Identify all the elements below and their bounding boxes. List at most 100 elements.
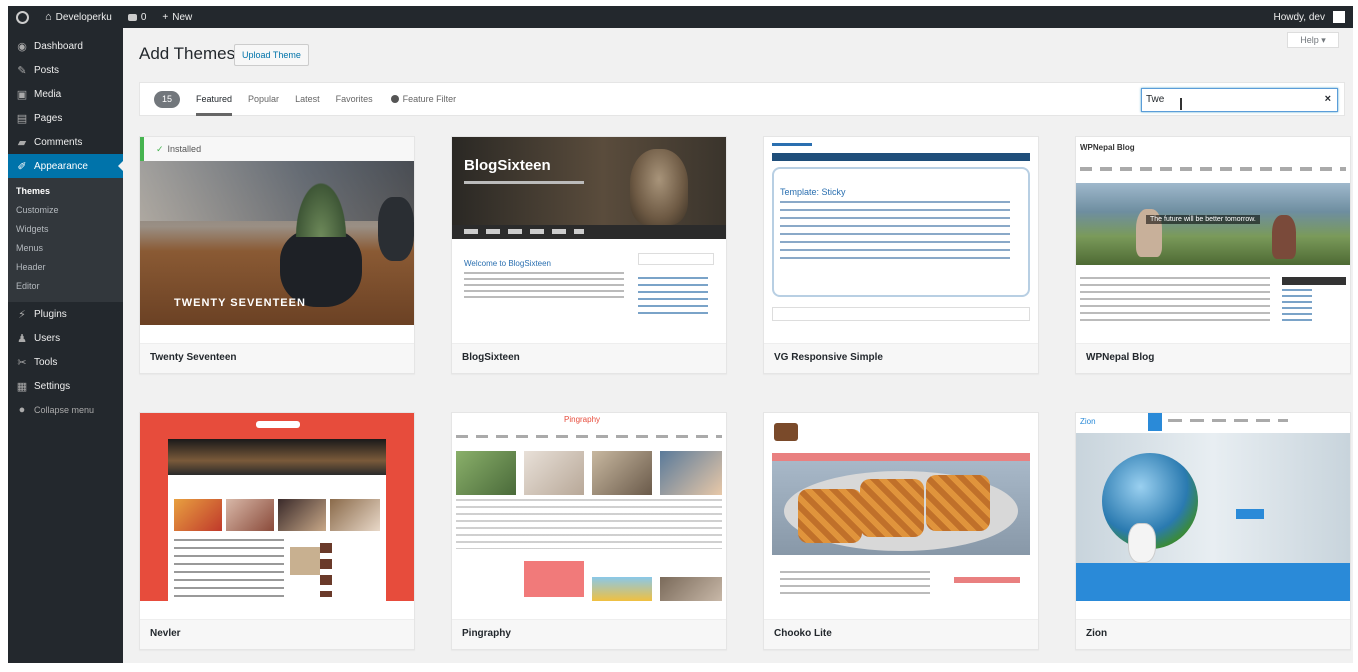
user-icon: ♟: [17, 332, 27, 345]
tab-featured[interactable]: Featured: [196, 82, 233, 116]
page-icon: ▤: [16, 112, 28, 125]
menu-label: Plugins: [34, 308, 67, 320]
theme-screenshot: [140, 413, 414, 601]
theme-screenshot: Template: Sticky: [764, 137, 1038, 325]
account-menu[interactable]: Howdy, dev: [1265, 6, 1353, 28]
comment-icon: ▰: [17, 136, 27, 149]
media-icon: ▣: [16, 88, 28, 101]
theme-card-blogsixteen[interactable]: BlogSixteen Welcome to BlogSixteen BlogS…: [451, 136, 727, 374]
submenu-header[interactable]: Header: [8, 258, 123, 277]
gear-icon: [390, 95, 399, 103]
menu-label: Settings: [34, 380, 71, 392]
theme-post-title: Welcome to BlogSixteen: [464, 259, 552, 268]
menu-label: Appearance: [34, 160, 88, 172]
submenu-editor[interactable]: Editor: [8, 277, 123, 296]
collapse-icon: ●: [18, 404, 26, 416]
theme-count-badge: 15: [154, 90, 180, 108]
theme-card-wpnepal-blog[interactable]: WPNepal Blog The future will be better t…: [1075, 136, 1351, 374]
theme-name: Zion: [1076, 619, 1350, 649]
tab-latest[interactable]: Latest: [295, 82, 320, 116]
new-label: New: [172, 11, 193, 23]
theme-card-pingraphy[interactable]: Pingraphy Pingraphy: [451, 412, 727, 650]
theme-banner-text: TWENTY SEVENTEEN: [174, 297, 306, 309]
avatar: [1333, 11, 1345, 23]
comments-link[interactable]: 0: [120, 6, 155, 28]
theme-banner-text: Template: Sticky: [780, 187, 846, 197]
menu-posts[interactable]: ✎ Posts: [8, 58, 123, 82]
plus-icon: +: [162, 11, 169, 23]
menu-label: Media: [34, 88, 62, 100]
theme-screenshot: Zion: [1076, 413, 1350, 601]
wp-logo-menu[interactable]: [8, 6, 37, 28]
theme-banner-text: WPNepal Blog: [1080, 143, 1135, 152]
site-name-link[interactable]: ⌂ Developerku: [37, 6, 120, 28]
wordpress-logo-icon: [16, 10, 29, 24]
theme-name: Nevler: [140, 619, 414, 649]
submenu-customize[interactable]: Customize: [8, 201, 123, 220]
submenu-themes[interactable]: Themes: [8, 182, 123, 201]
menu-settings[interactable]: ▦ Settings: [8, 374, 123, 398]
text-cursor-icon: [1180, 98, 1188, 110]
installed-label: Installed: [167, 144, 202, 154]
installed-notice: ✓ Installed: [140, 137, 414, 161]
clear-search-icon[interactable]: ×: [1325, 93, 1331, 105]
brush-icon: ✐: [17, 160, 27, 173]
settings-icon: ▦: [16, 380, 28, 393]
menu-comments[interactable]: ▰ Comments: [8, 130, 123, 154]
admin-bar: ⌂ Developerku 0 + New Howdy, dev: [8, 6, 1353, 28]
theme-tagline: The future will be better tomorrow.: [1146, 215, 1260, 224]
menu-appearance[interactable]: ✐ Appearance: [8, 154, 123, 178]
menu-tools[interactable]: ✂ Tools: [8, 350, 123, 374]
menu-collapse[interactable]: ● Collapse menu: [8, 398, 123, 422]
menu-dashboard[interactable]: ◉ Dashboard: [8, 34, 123, 58]
wrench-icon: ✂: [17, 356, 27, 369]
appearance-submenu: Themes Customize Widgets Menus Header Ed…: [8, 178, 123, 302]
theme-banner-text: Pingraphy: [564, 415, 601, 424]
help-tab[interactable]: Help ▾: [1287, 32, 1339, 48]
theme-screenshot: Pingraphy: [452, 413, 726, 601]
search-value: Twe: [1146, 94, 1165, 105]
feature-filter-link[interactable]: Feature Filter: [390, 94, 457, 104]
tab-favorites[interactable]: Favorites: [336, 82, 373, 116]
submenu-widgets[interactable]: Widgets: [8, 220, 123, 239]
upload-theme-button[interactable]: Upload Theme: [234, 44, 309, 66]
theme-filter-bar: 15 Featured Popular Latest Favorites Fea…: [139, 82, 1345, 116]
dashboard-icon: ◉: [17, 40, 27, 53]
theme-name: Chooko Lite: [764, 619, 1038, 649]
feature-filter-label: Feature Filter: [402, 94, 457, 104]
theme-name: Twenty Seventeen: [140, 343, 414, 373]
greeting: Howdy, dev: [1273, 11, 1325, 23]
tab-popular[interactable]: Popular: [248, 82, 279, 116]
theme-card-vg-responsive-simple[interactable]: Template: Sticky VG Responsive Simple: [763, 136, 1039, 374]
menu-label: Users: [34, 332, 61, 344]
submenu-menus[interactable]: Menus: [8, 239, 123, 258]
menu-plugins[interactable]: ⚡ Plugins: [8, 302, 123, 326]
main-content: Help ▾ Add Themes Upload Theme 15 Featur…: [123, 28, 1353, 663]
theme-name: VG Responsive Simple: [764, 343, 1038, 373]
theme-banner-text: BlogSixteen: [464, 157, 551, 174]
admin-sidebar: ◉ Dashboard ✎ Posts ▣ Media ▤ Pages ▰ Comment…: [8, 28, 123, 663]
menu-label: Comments: [34, 136, 83, 148]
theme-screenshot: TWENTY SEVENTEEN: [140, 137, 414, 325]
theme-search-input[interactable]: Twe ×: [1141, 88, 1338, 112]
menu-media[interactable]: ▣ Media: [8, 82, 123, 106]
theme-screenshot: [764, 413, 1038, 601]
theme-card-zion[interactable]: Zion Zion: [1075, 412, 1351, 650]
theme-name: Pingraphy: [452, 619, 726, 649]
theme-name: WPNepal Blog: [1076, 343, 1350, 373]
menu-pages[interactable]: ▤ Pages: [8, 106, 123, 130]
page-title: Add Themes: [139, 44, 236, 63]
theme-screenshot: BlogSixteen Welcome to BlogSixteen: [452, 137, 726, 325]
plug-icon: ⚡: [18, 308, 26, 321]
pin-icon: ✎: [17, 64, 27, 77]
menu-label: Dashboard: [34, 40, 83, 52]
theme-name: BlogSixteen: [452, 343, 726, 373]
theme-card-nevler[interactable]: Nevler: [139, 412, 415, 650]
theme-card-chooko-lite[interactable]: Chooko Lite: [763, 412, 1039, 650]
menu-users[interactable]: ♟ Users: [8, 326, 123, 350]
home-icon: ⌂: [45, 11, 52, 23]
comment-icon: [127, 13, 137, 21]
menu-label: Pages: [34, 112, 63, 124]
theme-card-twenty-seventeen[interactable]: TWENTY SEVENTEEN ✓ Installed Twenty Seven…: [139, 136, 415, 374]
new-content-link[interactable]: + New: [154, 6, 200, 28]
